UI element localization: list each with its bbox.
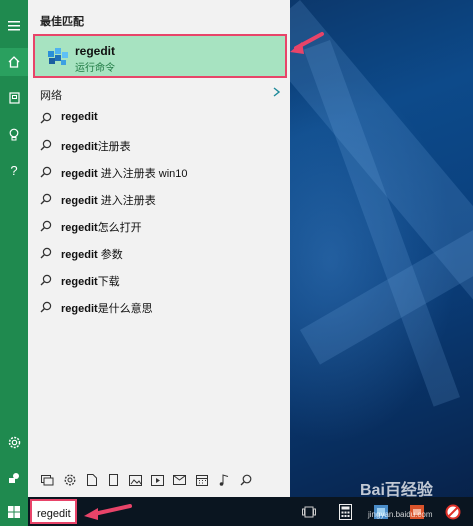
search-icon xyxy=(40,247,52,259)
menu-button[interactable] xyxy=(0,12,28,40)
email-icon xyxy=(173,475,186,485)
feedback-icon xyxy=(8,472,20,484)
photo-icon xyxy=(129,474,142,486)
search-icon xyxy=(40,139,52,151)
web-suggestion-item[interactable]: regedit 参数 xyxy=(28,240,290,267)
taskbar-search-input[interactable] xyxy=(30,499,77,524)
web-suggestion-item[interactable]: regedit注册表 xyxy=(28,132,290,159)
suggestion-text: regedit 参数 xyxy=(61,246,123,262)
web-suggestion-item[interactable]: regedit下载 xyxy=(28,267,290,294)
network-label: 网络 xyxy=(40,90,62,102)
suggestion-text: regedit xyxy=(61,111,98,123)
search-icon xyxy=(40,220,52,232)
web-suggestion-item[interactable]: regedit xyxy=(28,105,290,132)
filter-documents[interactable] xyxy=(82,471,101,490)
search-icon xyxy=(240,474,252,486)
suggestion-text: regedit是什么意思 xyxy=(61,300,153,316)
search-results-panel: 最佳匹配 regedit 运行命令 网络 regedit regedit注册表 re… xyxy=(28,0,290,497)
help-icon: ? xyxy=(10,162,18,178)
suggestion-text: regedit怎么打开 xyxy=(61,219,142,235)
watermark-logo: Bai百经验 xyxy=(360,482,433,499)
menu-icon xyxy=(8,21,20,31)
web-suggestions-list: regedit regedit注册表 regedit 进入注册表 win10 rege… xyxy=(28,105,290,321)
best-match-regedit[interactable]: regedit 运行命令 xyxy=(33,34,287,78)
filter-settings[interactable] xyxy=(60,471,79,490)
suggestion-bold-term: regedit xyxy=(61,303,98,315)
suggestion-rest: 进入注册表 win10 xyxy=(97,168,188,180)
suggestion-bold-term: regedit xyxy=(61,222,98,234)
help-button[interactable]: ? xyxy=(0,156,28,184)
search-icon xyxy=(40,166,52,178)
suggestion-rest: 注册表 xyxy=(97,141,131,153)
annotation-arrow-search xyxy=(84,504,132,520)
regedit-icon xyxy=(45,43,71,69)
feedback-button[interactable] xyxy=(0,464,28,492)
settings-icon xyxy=(8,436,21,449)
home-button[interactable] xyxy=(0,48,28,76)
windows-icon xyxy=(8,505,20,518)
notebook-button[interactable] xyxy=(0,84,28,112)
lightbulb-icon xyxy=(9,128,19,141)
search-filter-toolbar xyxy=(28,467,290,493)
suggestion-bold-term: regedit xyxy=(61,111,98,123)
task-view-icon xyxy=(302,506,316,518)
filter-videos[interactable] xyxy=(148,471,167,490)
video-icon xyxy=(151,474,164,486)
settings-button[interactable] xyxy=(0,428,28,456)
app-icon-3 xyxy=(445,504,461,520)
taskbar-app-button-3[interactable] xyxy=(442,501,464,523)
calculator-icon xyxy=(338,504,352,520)
task-view-button[interactable] xyxy=(298,501,320,523)
suggestion-rest: 是什么意思 xyxy=(97,303,153,315)
suggestion-bold-term: regedit xyxy=(61,141,98,153)
music-icon xyxy=(219,474,229,486)
start-button[interactable] xyxy=(0,497,28,526)
web-suggestion-item[interactable]: regedit是什么意思 xyxy=(28,294,290,321)
tips-button[interactable] xyxy=(0,120,28,148)
filter-music[interactable] xyxy=(214,471,233,490)
suggestion-text: regedit注册表 xyxy=(61,138,131,154)
watermark-url: jingyan.baidu.com xyxy=(368,510,433,519)
start-left-rail: ? xyxy=(0,0,28,497)
filter-email[interactable] xyxy=(170,471,189,490)
filter-calendar[interactable] xyxy=(192,471,211,490)
filter-apps[interactable] xyxy=(38,471,57,490)
chevron-right-icon xyxy=(273,87,280,97)
suggestion-rest: 下载 xyxy=(97,276,120,288)
suggestion-text: regedit 进入注册表 win10 xyxy=(61,165,188,181)
web-suggestion-item[interactable]: regedit 进入注册表 win10 xyxy=(28,159,290,186)
apps-icon xyxy=(41,474,54,486)
suggestion-rest: 进入注册表 xyxy=(97,195,156,207)
notebook-icon xyxy=(8,92,20,104)
filter-folders[interactable] xyxy=(104,471,123,490)
web-results-header[interactable]: 网络 xyxy=(28,85,290,103)
document-icon xyxy=(86,474,97,486)
best-match-subtitle: 运行命令 xyxy=(75,63,115,74)
search-icon xyxy=(40,274,52,286)
filter-photos[interactable] xyxy=(126,471,145,490)
web-suggestion-item[interactable]: regedit怎么打开 xyxy=(28,213,290,240)
calendar-icon xyxy=(195,474,208,486)
suggestion-rest: 怎么打开 xyxy=(97,222,142,234)
web-suggestion-item[interactable]: regedit 进入注册表 xyxy=(28,186,290,213)
best-match-title: regedit xyxy=(75,44,116,58)
suggestion-bold-term: regedit xyxy=(61,276,98,288)
folder-icon xyxy=(109,474,118,486)
suggestion-bold-term: regedit xyxy=(61,249,98,261)
annotation-arrow-best-match xyxy=(290,32,324,54)
filter-search[interactable] xyxy=(236,471,255,490)
home-icon xyxy=(8,56,20,68)
settings-icon xyxy=(64,474,76,486)
best-match-header: 最佳匹配 xyxy=(40,16,84,28)
suggestion-text: regedit 进入注册表 xyxy=(61,192,156,208)
search-icon xyxy=(40,112,52,124)
suggestion-text: regedit下载 xyxy=(61,273,120,289)
search-icon xyxy=(40,301,52,313)
calculator-button[interactable] xyxy=(334,501,356,523)
search-icon xyxy=(40,193,52,205)
suggestion-rest: 参数 xyxy=(97,249,123,261)
suggestion-bold-term: regedit xyxy=(61,168,98,180)
suggestion-bold-term: regedit xyxy=(61,195,98,207)
